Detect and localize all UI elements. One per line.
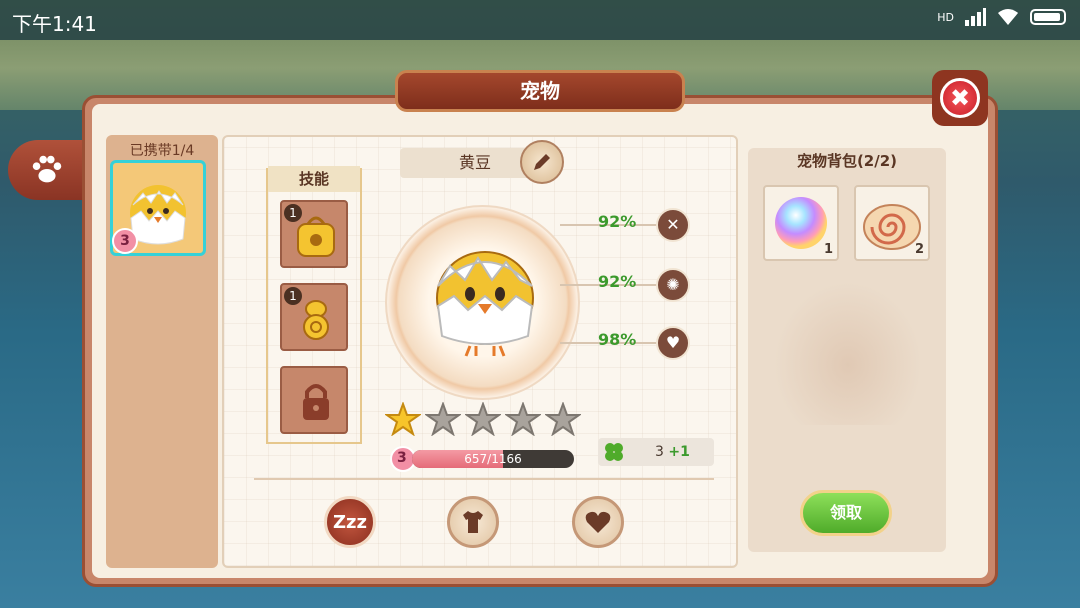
backpack-icon xyxy=(297,216,335,257)
chick-portrait-icon[interactable] xyxy=(410,218,560,358)
star-empty-icon xyxy=(505,402,541,436)
clover-count: 3 xyxy=(655,444,664,460)
star-rating xyxy=(385,402,581,436)
outfit-button[interactable] xyxy=(447,496,499,548)
signal-icon xyxy=(965,8,986,26)
status-bar: 下午1:41 HD xyxy=(0,0,1080,40)
clover-bonus: +1 xyxy=(668,444,690,460)
sparkle-icon: ✺ xyxy=(656,268,690,302)
paw-icon xyxy=(32,155,62,183)
status-time: 下午1:41 xyxy=(12,12,97,36)
close-button[interactable]: ✖ xyxy=(932,70,988,126)
sleep-label: Zzz xyxy=(332,511,367,533)
carried-label: 已携带1/4 xyxy=(129,143,195,159)
collect-button[interactable]: 领取 xyxy=(800,490,892,536)
sleep-button[interactable]: Zzz xyxy=(324,496,376,548)
star-filled-icon xyxy=(385,402,421,436)
stat-hunger: 92% ✕ xyxy=(560,208,690,242)
close-icon: ✖ xyxy=(940,78,980,118)
stat-clean-value: 92% xyxy=(598,272,637,291)
exp-text: 657/1166 xyxy=(464,452,522,466)
affection-button[interactable] xyxy=(572,496,624,548)
pencil-icon xyxy=(534,154,550,170)
shirt-icon xyxy=(463,511,483,533)
bag-item-2[interactable]: 2 xyxy=(854,185,930,261)
heart-icon xyxy=(585,511,611,533)
bag-background-art xyxy=(768,275,928,425)
pet-bag-title: 宠物背包(2/2) xyxy=(796,152,898,170)
skill-slot-2[interactable]: 1 xyxy=(280,283,348,351)
skill-slot-locked[interactable] xyxy=(280,366,348,434)
divider xyxy=(254,478,714,480)
network-label: HD xyxy=(937,10,954,24)
pet-level: 3 xyxy=(397,450,407,466)
fork-knife-icon: ✕ xyxy=(656,208,690,242)
mushroom-icon xyxy=(303,300,329,340)
lock-icon xyxy=(303,384,329,420)
skill-slot-1[interactable]: 1 xyxy=(280,200,348,268)
status-icons: HD xyxy=(937,8,1066,26)
paw-tab[interactable] xyxy=(8,140,86,200)
window-title: 宠物 xyxy=(395,70,685,112)
star-empty-icon xyxy=(465,402,501,436)
stat-mood: 98% ♥ xyxy=(560,326,690,360)
bag-item-count: 2 xyxy=(914,242,924,257)
bag-item-1[interactable]: 1 xyxy=(763,185,839,261)
skills-label: 技能 xyxy=(268,166,360,192)
star-empty-icon xyxy=(545,402,581,436)
carried-pet-level-badge: 3 xyxy=(112,228,138,254)
stat-mood-value: 98% xyxy=(598,330,637,349)
stat-clean: 92% ✺ xyxy=(560,268,690,302)
star-empty-icon xyxy=(425,402,461,436)
clover-icon xyxy=(605,443,623,461)
battery-icon xyxy=(1030,9,1066,25)
clover-text: 3 +1 xyxy=(655,444,690,460)
heart-icon: ♥ xyxy=(656,326,690,360)
wifi-icon xyxy=(998,9,1018,25)
stat-hunger-value: 92% xyxy=(598,212,637,231)
bag-item-count: 1 xyxy=(823,242,833,257)
rename-button[interactable] xyxy=(520,140,564,184)
